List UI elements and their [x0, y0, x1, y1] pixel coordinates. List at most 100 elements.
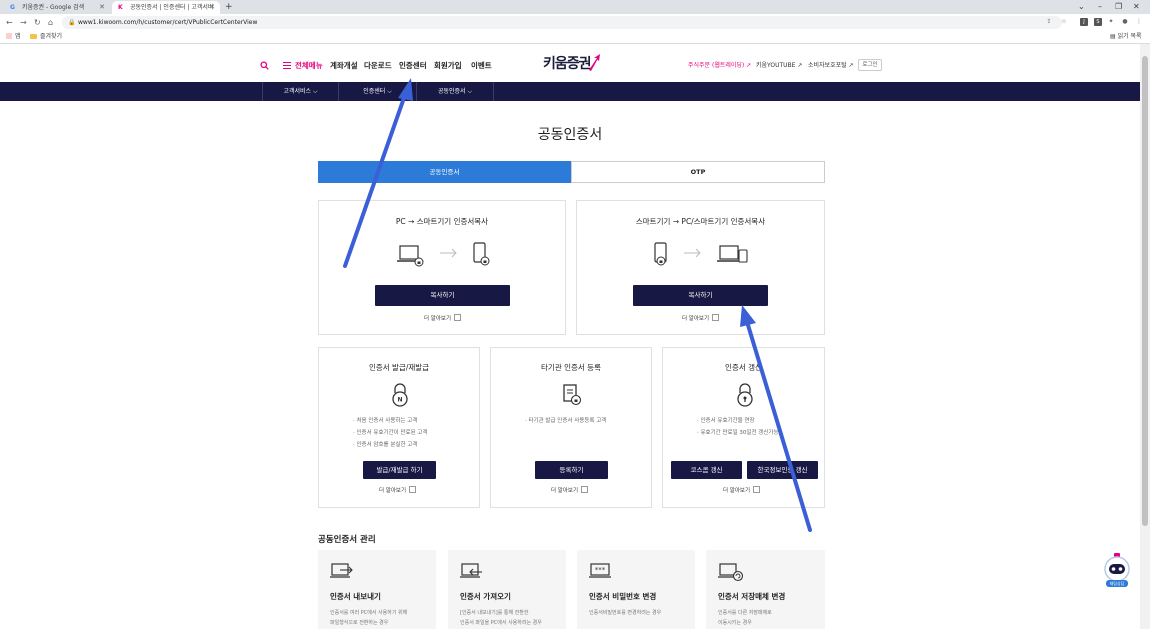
change-storage-card[interactable]: 인증서 저장매체 변경 인증서를 다른 저장매체로 이동시키는 경우 — [706, 550, 825, 629]
more-menu-icon[interactable]: ⋮ — [1135, 18, 1143, 26]
bookmark-favorites[interactable]: 즐겨찾기 — [30, 31, 62, 43]
subnav-joint-cert[interactable]: 공동인증서 ⌵ — [416, 82, 494, 101]
extension-icon[interactable]: J — [1080, 18, 1088, 26]
minimize-button[interactable]: – — [1098, 1, 1102, 13]
management-item-title: 인증서 가져오기 — [460, 592, 511, 601]
copy-card-pc-to-smart: PC → 스마트기기 인증서복사 복사하기 더 알아보기 — [318, 200, 566, 335]
expand-box-icon — [409, 486, 417, 493]
close-tab-icon[interactable]: ✕ — [99, 1, 105, 14]
laptop-phone-icon — [717, 245, 748, 263]
learn-more-link[interactable]: 더 알아보기 — [723, 486, 761, 495]
address-bar[interactable]: 🔒 www1.kiwoom.com/h/customer/cert/VPubli… — [62, 16, 1062, 29]
management-item-title: 인증서 비밀번호 변경 — [589, 592, 657, 601]
register-button[interactable]: 등록하기 — [535, 461, 608, 479]
nav-cert-center[interactable]: 인증센터 — [399, 61, 427, 71]
chatbot-label[interactable]: 채팅상담 — [1106, 580, 1128, 587]
site-header: 전체메뉴 계좌개설 다운로드 인증센터 회원가입 이벤트 키움증권 주식주문 (… — [0, 44, 1150, 82]
tab-search-icon[interactable]: ⌄ — [1078, 1, 1085, 13]
hamburger-menu-icon[interactable] — [283, 62, 291, 69]
management-item-title: 인증서 저장매체 변경 — [718, 592, 786, 601]
bullet-list: 타기관 발급 인증서 사용등록 고객 — [525, 415, 607, 427]
koscom-renew-button[interactable]: 코스콤 갱신 — [671, 461, 742, 479]
expand-box-icon — [753, 486, 761, 493]
nav-signup[interactable]: 회원가입 — [434, 61, 462, 71]
card-title: 인증서 갱신 — [725, 363, 762, 372]
browser-toolbar: ← → ↻ ⌂ 🔒 www1.kiwoom.com/h/customer/cer… — [0, 14, 1150, 31]
back-icon[interactable]: ← — [6, 16, 13, 29]
card-title: 타기관 인증서 등록 — [541, 363, 601, 372]
profile-icon[interactable]: ● — [1121, 18, 1129, 26]
url-text: www1.kiwoom.com/h/customer/cert/VPublicC… — [78, 19, 258, 26]
copy-button[interactable]: 복사하기 — [375, 285, 510, 306]
nav-account-opening[interactable]: 계좌개설 — [330, 61, 358, 71]
management-item-desc: 인증서를 여러 PC에서 사용하기 위해 파일형식으로 전환하는 경우 — [330, 610, 408, 626]
reload-icon[interactable]: ↻ — [34, 16, 41, 29]
share-icon[interactable]: ⇪ — [1045, 18, 1053, 26]
management-item-desc: 인증서비밀번호를 변경하려는 경우 — [589, 610, 662, 616]
page-scrollbar[interactable] — [1140, 44, 1150, 629]
bookmark-apps[interactable]: 앱 — [6, 31, 21, 43]
import-cert-card[interactable]: 인증서 가져오기 [인증서 내보내기]를 통해 전환한 인증서 파일을 PC에서… — [448, 550, 566, 629]
browser-tab-label: 키움증권 - Google 검색 — [22, 4, 85, 11]
folder-icon — [30, 34, 37, 39]
sub-navigation: 고객서비스 ⌵ 인증센터 ⌵ 공동인증서 ⌵ — [0, 82, 1140, 101]
all-menu-button[interactable]: 전체메뉴 — [295, 61, 323, 71]
kica-renew-button[interactable]: 한국정보인증 갱신 — [747, 461, 818, 479]
change-password-card[interactable]: *** 인증서 비밀번호 변경 인증서비밀번호를 변경하려는 경우 — [577, 550, 695, 629]
login-button[interactable]: 로그인 — [858, 59, 882, 71]
export-cert-card[interactable]: 인증서 내보내기 인증서를 여러 PC에서 사용하기 위해 파일형식으로 전환하… — [318, 550, 436, 629]
reading-list[interactable]: ▤ 읽기 목록 — [1110, 31, 1142, 43]
close-window-button[interactable]: ✕ — [1133, 1, 1140, 13]
management-item-desc: [인증서 내보내기]를 통해 전환한 인증서 파일을 PC에서 사용하려는 경우 — [460, 610, 542, 626]
extension-icon[interactable]: S — [1094, 18, 1102, 26]
learn-more-link[interactable]: 더 알아보기 — [379, 486, 417, 495]
kiwoom-logo[interactable]: 키움증권 — [543, 55, 592, 73]
copy-button[interactable]: 복사하기 — [633, 285, 768, 306]
laptop-export-icon — [330, 563, 353, 578]
tab-otp[interactable]: OTP — [571, 161, 825, 183]
subnav-cert-center[interactable]: 인증센터 ⌵ — [338, 82, 416, 101]
learn-more-link[interactable]: 더 알아보기 — [551, 486, 589, 495]
search-icon[interactable] — [260, 61, 269, 70]
browser-tab-google[interactable]: G 키움증권 - Google 검색 ✕ — [4, 1, 110, 14]
browser-tab-kiwoom[interactable]: K 공동인증서 | 인증센터 | 고객서비 ✕ — [112, 1, 220, 14]
tab-joint-cert[interactable]: 공동인증서 — [318, 161, 571, 183]
renew-card: 인증서 갱신 인증서 유효기간을 연장 유효기간 만료일 30일전 갱신가능 코… — [662, 347, 825, 508]
close-tab-icon[interactable]: ✕ — [209, 1, 215, 14]
scrollbar-thumb[interactable] — [1142, 56, 1148, 526]
forward-icon[interactable]: → — [20, 16, 27, 29]
card-title: 인증서 발급/재발급 — [368, 363, 430, 372]
new-tab-button[interactable]: + — [225, 1, 233, 13]
arrow-right-icon — [684, 248, 701, 258]
arrow-right-icon — [440, 248, 457, 258]
learn-more-link[interactable]: 더 알아보기 — [682, 314, 720, 323]
laptop-lock-icon — [397, 245, 424, 267]
maximize-button[interactable]: ❐ — [1115, 1, 1122, 13]
home-icon[interactable]: ⌂ — [48, 16, 53, 29]
link-web-trading[interactable]: 주식주문 (웹트레이딩) ↗ — [688, 62, 751, 70]
lock-new-icon: N — [392, 383, 408, 407]
smartphone-lock-icon — [473, 242, 490, 266]
management-item-title: 인증서 내보내기 — [330, 592, 381, 601]
bullet-list: 처음 인증서 사용하는 고객 인증서 유효기간이 만료된 고객 인증서 암호를 … — [353, 415, 428, 451]
nav-event[interactable]: 이벤트 — [471, 61, 492, 71]
kiwoom-favicon-icon: K — [118, 4, 123, 11]
card-title: 스마트기기 → PC/스마트기기 인증서복사 — [635, 217, 766, 226]
nav-download[interactable]: 다운로드 — [364, 61, 392, 71]
laptop-storage-icon — [718, 563, 744, 582]
logo-arrow-icon — [589, 54, 600, 71]
link-youtube[interactable]: 키움YOUTUBE ↗ — [756, 62, 802, 70]
extensions-puzzle-icon[interactable]: ✦ — [1107, 18, 1115, 26]
browser-tab-strip: G 키움증권 - Google 검색 ✕ K 공동인증서 | 인증센터 | 고객… — [0, 0, 1150, 14]
bookmark-star-icon[interactable]: ☆ — [1060, 18, 1068, 26]
browser-tab-label: 공동인증서 | 인증센터 | 고객서비 — [130, 4, 214, 11]
learn-more-link[interactable]: 더 알아보기 — [424, 314, 462, 323]
subnav-customer-service[interactable]: 고객서비스 ⌵ — [262, 82, 338, 101]
google-favicon-icon: G — [10, 4, 15, 11]
page-title: 공동인증서 — [537, 127, 603, 143]
link-consumer-portal[interactable]: 소비자보호포털 ↗ — [808, 62, 854, 70]
expand-box-icon — [454, 314, 462, 321]
lock-icon[interactable]: 🔒 — [68, 16, 75, 29]
management-section-title: 공동인증서 관리 — [318, 535, 376, 545]
issue-reissue-button[interactable]: 발급/재발급 하기 — [363, 461, 436, 479]
